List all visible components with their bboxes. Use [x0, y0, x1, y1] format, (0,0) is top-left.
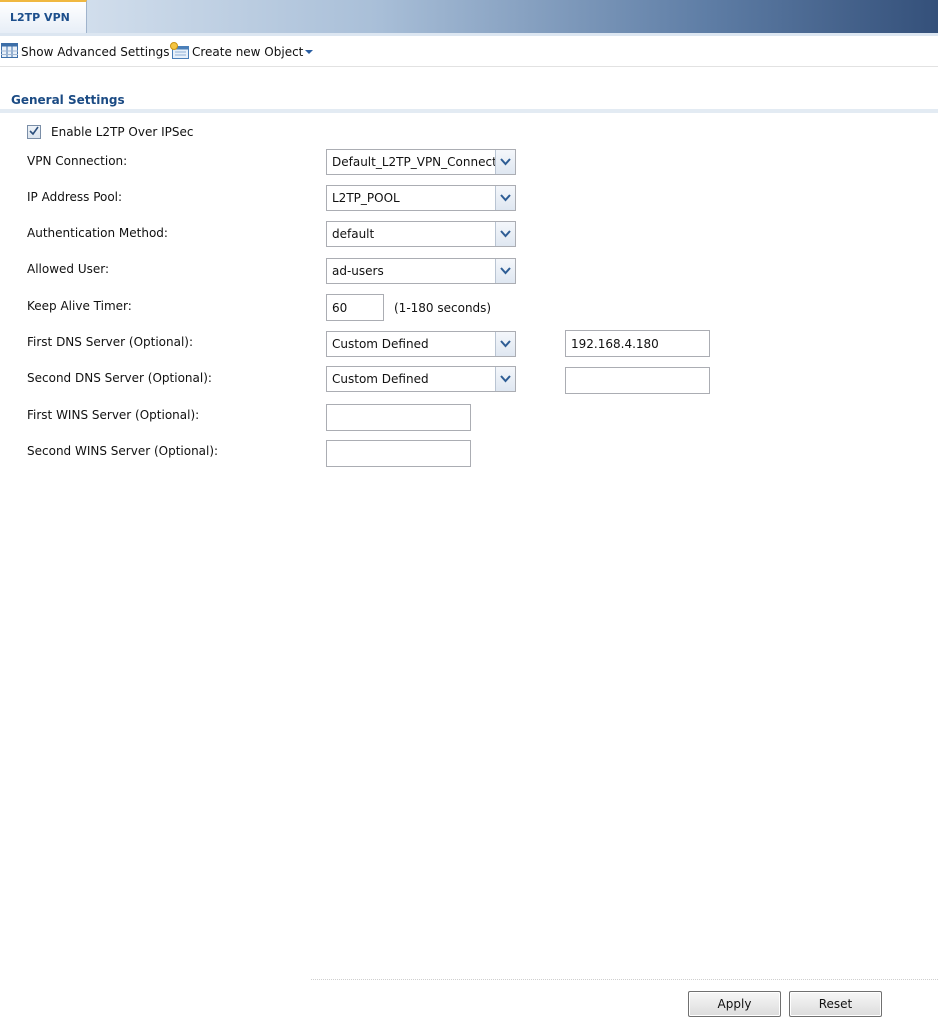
create-new-object-label: Create new Object [192, 45, 304, 59]
section-divider [0, 109, 938, 113]
first-dns-label: First DNS Server (Optional): [27, 335, 194, 349]
chevron-down-icon [305, 50, 314, 54]
second-dns-select[interactable]: Custom Defined [326, 366, 516, 392]
allowed-user-select[interactable]: ad-users [326, 258, 516, 284]
tab-bar: L2TP VPN [0, 0, 938, 33]
allowed-user-label: Allowed User: [27, 262, 110, 276]
keep-alive-timer-value: 60 [332, 300, 348, 315]
chevron-down-icon[interactable] [495, 186, 515, 210]
show-advanced-settings-button[interactable]: Show Advanced Settings [1, 41, 170, 63]
vpn-connection-label: VPN Connection: [27, 154, 128, 168]
checkmark-icon [29, 125, 39, 139]
enable-l2tp-checkbox[interactable] [27, 125, 41, 139]
footer-divider [311, 979, 938, 980]
second-wins-input[interactable] [326, 440, 471, 467]
show-advanced-settings-label: Show Advanced Settings [21, 45, 170, 59]
authentication-method-label: Authentication Method: [27, 226, 168, 240]
chevron-down-icon[interactable] [495, 150, 515, 174]
first-wins-label: First WINS Server (Optional): [27, 408, 200, 422]
authentication-method-value: default [332, 227, 375, 241]
keep-alive-timer-label: Keep Alive Timer: [27, 299, 132, 313]
keep-alive-timer-input[interactable]: 60 [326, 294, 384, 321]
second-dns-label: Second DNS Server (Optional): [27, 371, 212, 385]
enable-l2tp-label: Enable L2TP Over IPSec [51, 125, 194, 139]
reset-button[interactable]: Reset [789, 991, 882, 1017]
second-wins-label: Second WINS Server (Optional): [27, 444, 219, 458]
second-dns-value: Custom Defined [332, 372, 429, 386]
chevron-down-icon[interactable] [495, 259, 515, 283]
first-dns-select[interactable]: Custom Defined [326, 331, 516, 357]
apply-button[interactable]: Apply [688, 991, 781, 1017]
toolbar: Show Advanced Settings Create new Object [0, 36, 938, 67]
chevron-down-icon[interactable] [495, 222, 515, 246]
table-settings-icon [1, 43, 21, 61]
chevron-down-icon[interactable] [495, 332, 515, 356]
tab-l2tp-vpn[interactable]: L2TP VPN [0, 0, 87, 33]
authentication-method-select[interactable]: default [326, 221, 516, 247]
create-new-object-menu[interactable]: Create new Object [170, 41, 314, 63]
tab-label: L2TP VPN [10, 11, 70, 24]
ip-address-pool-select[interactable]: L2TP_POOL [326, 185, 516, 211]
first-dns-value: Custom Defined [332, 337, 429, 351]
first-wins-input[interactable] [326, 404, 471, 431]
first-dns-ip-value: 192.168.4.180 [571, 336, 659, 351]
vpn-connection-select[interactable]: Default_L2TP_VPN_Connectio [326, 149, 516, 175]
new-object-icon [170, 42, 192, 62]
second-dns-ip-input[interactable] [565, 367, 710, 394]
keep-alive-hint: (1-180 seconds) [394, 301, 492, 315]
chevron-down-icon[interactable] [495, 367, 515, 391]
section-title: General Settings [11, 93, 125, 107]
allowed-user-value: ad-users [332, 264, 384, 278]
vpn-connection-value: Default_L2TP_VPN_Connectio [332, 155, 495, 169]
ip-address-pool-value: L2TP_POOL [332, 191, 400, 205]
ip-address-pool-label: IP Address Pool: [27, 190, 123, 204]
first-dns-ip-input[interactable]: 192.168.4.180 [565, 330, 710, 357]
